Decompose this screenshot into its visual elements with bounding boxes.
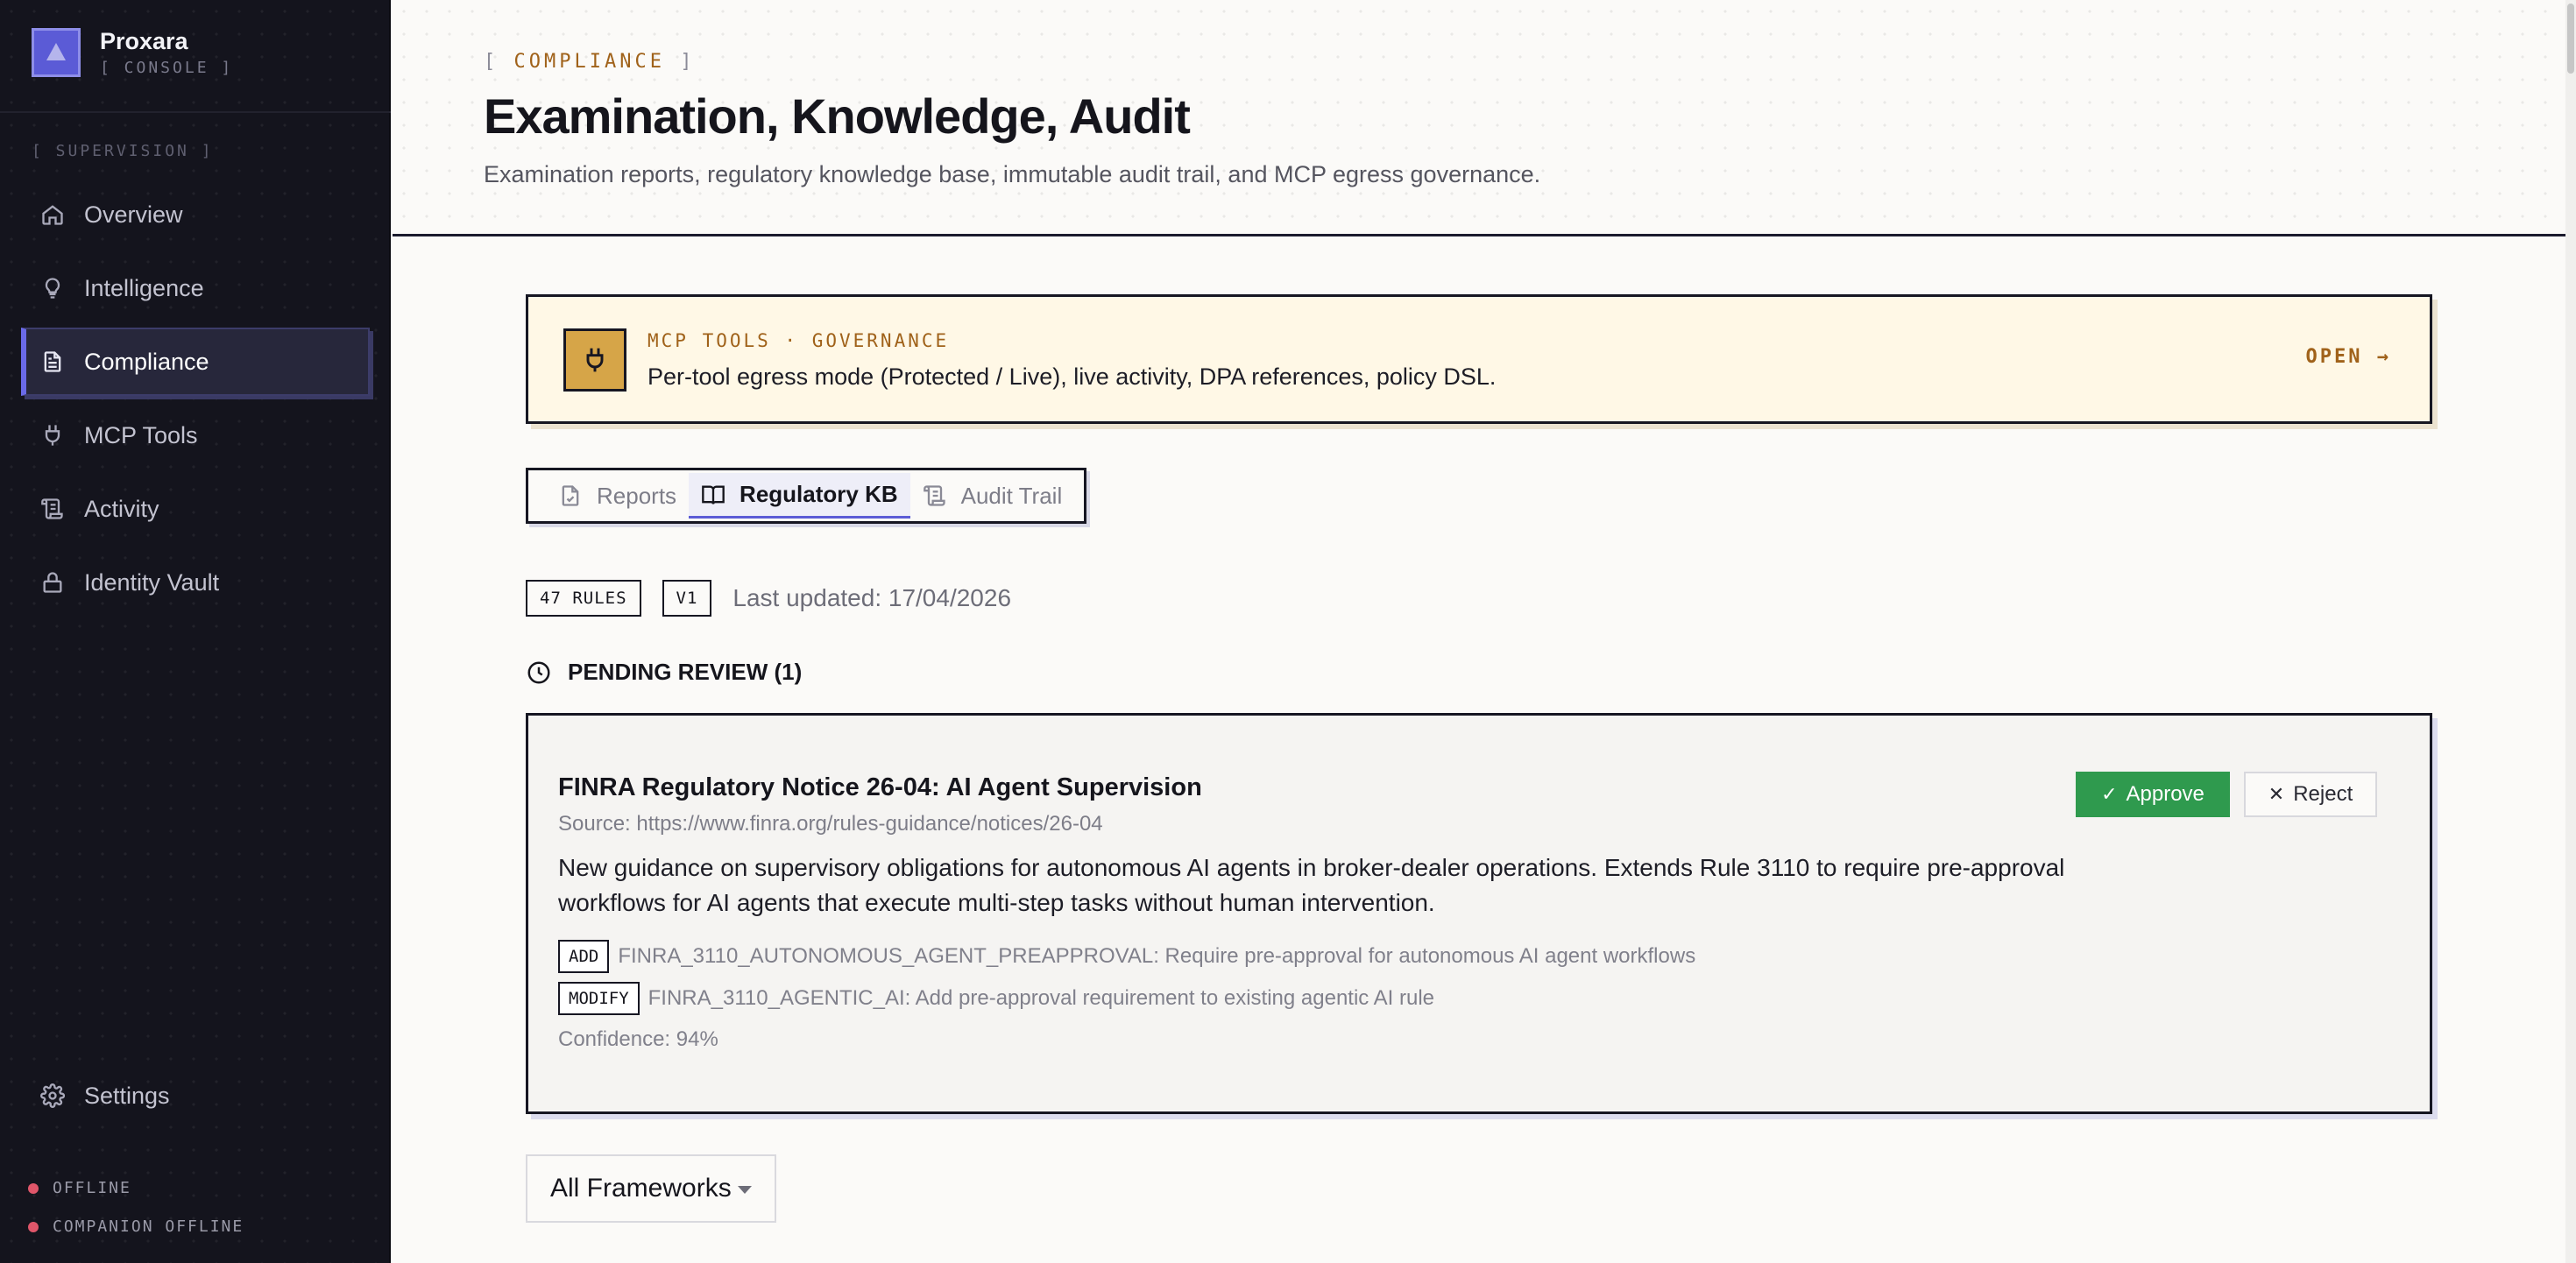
- kb-meta: 47 RULES V1 Last updated: 17/04/2026: [526, 580, 1011, 617]
- sidebar-settings: Settings: [21, 1062, 370, 1135]
- page-scrollbar[interactable]: [2565, 0, 2576, 1263]
- change-row-modify: MODIFY FINRA_3110_AGENTIC_AI: Add pre-ap…: [558, 982, 1434, 1015]
- tab-regulatory-kb[interactable]: Regulatory KB: [689, 473, 910, 519]
- sidebar-divider: [0, 111, 391, 113]
- mcp-governance-banner[interactable]: MCP TOOLS · GOVERNANCE Per-tool egress m…: [526, 294, 2432, 424]
- app-name: Proxara: [100, 28, 188, 54]
- scrollbar-thumb[interactable]: [2567, 4, 2574, 74]
- tab-reports[interactable]: Reports: [546, 473, 689, 519]
- sidebar-item-label: Compliance: [84, 348, 209, 375]
- gear-icon: [40, 1083, 65, 1108]
- sidebar-item-overview[interactable]: Overview: [21, 180, 370, 249]
- eyebrow-bracket-open: [: [484, 51, 499, 73]
- pending-item-description: New guidance on supervisory obligations …: [558, 854, 2065, 916]
- page-eyebrow: [ COMPLIANCE ]: [484, 51, 695, 73]
- sidebar-item-mcp-tools[interactable]: MCP Tools: [21, 401, 370, 469]
- status-label: COMPANION OFFLINE: [53, 1217, 244, 1236]
- banner-text: Per-tool egress mode (Protected / Live),…: [648, 363, 1497, 390]
- status-companion-offline: COMPANION OFFLINE: [28, 1217, 244, 1236]
- eyebrow-bracket-close: ]: [680, 51, 696, 73]
- tab-audit-trail[interactable]: Audit Trail: [910, 473, 1075, 519]
- sidebar-item-label: Activity: [84, 495, 159, 522]
- plug-icon: [45, 425, 60, 446]
- change-type-badge: MODIFY: [558, 982, 640, 1015]
- sidebar-item-label: Identity Vault: [84, 568, 220, 596]
- lightbulb-icon: [45, 278, 60, 299]
- status-label: OFFLINE: [53, 1179, 131, 1197]
- page-subtitle: Examination reports, regulatory knowledg…: [484, 161, 1541, 187]
- framework-filter-select[interactable]: All Frameworks: [526, 1154, 776, 1223]
- book-open-icon: [702, 485, 725, 504]
- app-logo: [32, 28, 81, 77]
- approve-label: Approve: [2126, 782, 2204, 806]
- change-text: FINRA_3110_AUTONOMOUS_AGENT_PREAPPROVAL:…: [618, 944, 1696, 968]
- change-row-add: ADD FINRA_3110_AUTONOMOUS_AGENT_PREAPPRO…: [558, 940, 1695, 973]
- tab-label: Audit Trail: [960, 482, 1063, 509]
- sidebar-item-identity-vault[interactable]: Identity Vault: [21, 548, 370, 617]
- home-icon: [42, 205, 63, 225]
- app-subtitle: [ CONSOLE ]: [100, 59, 234, 77]
- pending-item-source[interactable]: Source: https://www.finra.org/rules-guid…: [558, 812, 1103, 836]
- eyebrow-label: COMPLIANCE: [513, 51, 665, 73]
- sidebar-nav: Overview Intelligence Compliance MCP Too…: [21, 180, 370, 622]
- sidebar-item-settings[interactable]: Settings: [21, 1062, 370, 1130]
- version-badge: V1: [662, 580, 712, 617]
- file-check-icon: [562, 485, 579, 506]
- sidebar-item-label: MCP Tools: [84, 421, 198, 448]
- rules-count-badge: 47 RULES: [526, 580, 641, 617]
- pending-review-heading: PENDING REVIEW (1): [526, 659, 802, 686]
- clock-icon: [527, 661, 550, 683]
- sidebar-item-label: Settings: [84, 1082, 170, 1109]
- status-offline: OFFLINE: [28, 1179, 131, 1197]
- sidebar-item-activity[interactable]: Activity: [21, 475, 370, 543]
- banner-icon-box: [563, 328, 626, 392]
- close-icon: ✕: [2268, 783, 2285, 805]
- sidebar-item-label: Intelligence: [84, 274, 204, 301]
- status-dot: [28, 1221, 39, 1232]
- document-icon: [44, 351, 61, 372]
- scroll-icon: [923, 485, 945, 506]
- main-content: [ COMPLIANCE ] Examination, Knowledge, A…: [393, 0, 2576, 1263]
- brand[interactable]: Proxara [ CONSOLE ]: [32, 28, 233, 77]
- confidence-text: Confidence: 94%: [558, 1027, 718, 1051]
- sidebar-item-intelligence[interactable]: Intelligence: [21, 254, 370, 322]
- tab-label: Regulatory KB: [740, 481, 898, 507]
- last-updated-text: Last updated: 17/04/2026: [732, 584, 1012, 611]
- pending-review-card: FINRA Regulatory Notice 26-04: AI Agent …: [526, 713, 2432, 1114]
- change-type-badge: ADD: [558, 940, 610, 973]
- pending-review-label: PENDING REVIEW (1): [568, 659, 803, 685]
- check-icon: ✓: [2101, 783, 2118, 805]
- approve-button[interactable]: ✓ Approve: [2076, 772, 2230, 817]
- reject-button[interactable]: ✕ Reject: [2244, 772, 2377, 817]
- sidebar: Proxara [ CONSOLE ] [ SUPERVISION ] Over…: [0, 0, 391, 1263]
- compliance-tabs: Reports Regulatory KB Audit Trail: [526, 468, 1086, 524]
- reject-label: Reject: [2293, 782, 2353, 806]
- chevron-down-icon: [738, 1186, 752, 1194]
- lock-icon: [43, 572, 62, 593]
- framework-filter-value: All Frameworks: [550, 1174, 732, 1203]
- plug-icon: [586, 348, 604, 372]
- status-dot: [28, 1182, 39, 1194]
- change-text: FINRA_3110_AGENTIC_AI: Add pre-approval …: [648, 986, 1434, 1010]
- sidebar-item-label: Overview: [84, 201, 183, 228]
- sidebar-item-compliance[interactable]: Compliance: [21, 328, 370, 396]
- tab-label: Reports: [597, 482, 677, 509]
- page-header: [ COMPLIANCE ] Examination, Knowledge, A…: [393, 0, 2565, 236]
- page-title: Examination, Knowledge, Audit: [484, 88, 1191, 144]
- pending-item-title: FINRA Regulatory Notice 26-04: AI Agent …: [558, 773, 1202, 801]
- banner-open-link[interactable]: OPEN →: [2306, 346, 2391, 368]
- banner-eyebrow: MCP TOOLS · GOVERNANCE: [648, 330, 950, 351]
- sidebar-section-label: [ SUPERVISION ]: [32, 142, 214, 160]
- scroll-icon: [41, 498, 63, 519]
